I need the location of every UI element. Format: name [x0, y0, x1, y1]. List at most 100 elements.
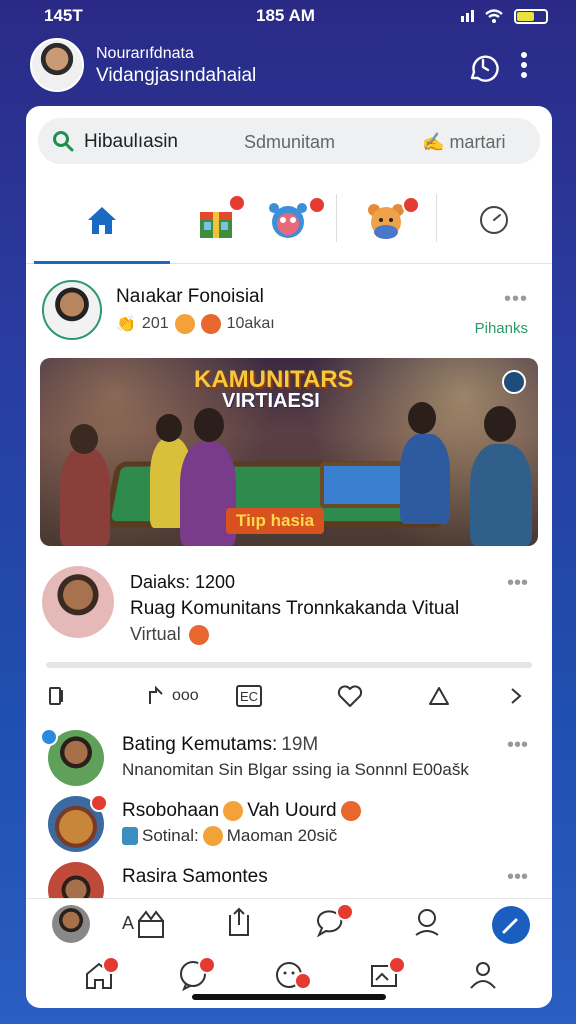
bookmark-button[interactable]: [426, 682, 452, 710]
post-banner-image[interactable]: KAMUNITARS VIRTIAESI Tiıp hasia: [40, 358, 538, 546]
ec-button[interactable]: EC: [236, 685, 263, 707]
pen-icon: ✍: [422, 132, 445, 152]
community-avatar[interactable]: [42, 566, 114, 638]
search-chip-martari[interactable]: ✍ martari: [422, 132, 505, 153]
community-post-stats: Daiaks: 1200: [130, 572, 236, 592]
category-tabs: [26, 174, 552, 264]
banner-person-head: [484, 406, 516, 442]
home-icon: [88, 207, 116, 234]
nav-reactions[interactable]: [272, 958, 312, 998]
copy-icon: [49, 687, 63, 705]
nav-chat[interactable]: [314, 903, 354, 945]
post-more-icon[interactable]: •••: [504, 288, 528, 311]
tab-underline: [34, 261, 170, 264]
post-right-tag[interactable]: Pihanks: [475, 320, 528, 337]
banner-person-head: [70, 424, 98, 454]
reaction-count: 201: [141, 315, 169, 332]
copy-button[interactable]: [46, 682, 70, 710]
tab-characters[interactable]: [238, 174, 338, 264]
nav-community-label: A: [122, 913, 135, 933]
app-header: Nourarıfdnata Vidangjasındahaial: [30, 38, 546, 96]
tab-divider: [436, 194, 437, 242]
notification-badge: [388, 956, 406, 974]
list-item-title: Rsobohaan Vah Uourd: [122, 800, 361, 822]
pencil-icon: [502, 918, 518, 934]
status-time-left: 145T: [44, 6, 83, 25]
reply-button[interactable]: ooo: [146, 682, 199, 710]
notification-badge: [336, 903, 354, 921]
home-indicator: [192, 994, 386, 1000]
main-card: Hibaulıasin Sdmunitam ✍ martari Naıakar …: [26, 106, 552, 1008]
list-item-title: Bating Kemutams: 19M: [122, 734, 318, 756]
nav-compose[interactable]: [492, 906, 530, 944]
status-bar: 145T 185 AM: [0, 0, 576, 34]
post-more-icon[interactable]: •••: [507, 572, 528, 595]
tab-clock[interactable]: [444, 174, 544, 264]
share-icon: [229, 907, 249, 936]
bookmark-icon: [429, 687, 449, 705]
nav-home[interactable]: [82, 956, 122, 998]
post-author[interactable]: Naıakar Fonoisial: [116, 286, 264, 308]
post-meta-tag: 10akaı: [226, 315, 275, 332]
banner-badge-icon: [502, 370, 526, 394]
list-item-subtitle: Nnanomitan Sin Blgar ssing ia Sonnnl E00…: [122, 760, 469, 779]
tab-home[interactable]: [26, 174, 176, 264]
search-chip-community[interactable]: Sdmunitam: [244, 132, 335, 153]
list-item[interactable]: Rsobohaan Vah Uourd Sotinal: Maoman 20si…: [42, 794, 536, 856]
banner-subtitle: VIRTIAESI: [222, 390, 320, 412]
chevron-right-icon: [511, 688, 522, 704]
wifi-icon: [485, 9, 503, 23]
mascot-icon: [269, 203, 307, 238]
laugh-emoji-icon: [200, 314, 221, 334]
gift-outline-icon: [138, 910, 164, 938]
like-button[interactable]: [336, 682, 364, 710]
status-clock: 185 AM: [256, 6, 315, 25]
notification-badge: [102, 956, 120, 974]
search-bar[interactable]: Hibaulıasin Sdmunitam ✍ martari: [38, 118, 540, 164]
nav-messages[interactable]: [176, 956, 216, 998]
nav-search[interactable]: [410, 905, 450, 945]
profile-avatar[interactable]: [30, 38, 84, 92]
community-post[interactable]: Daiaks: 1200 Ruag Komunitans Tronnkakand…: [42, 566, 536, 646]
post-actions: ooo EC: [42, 682, 536, 712]
nav-profile[interactable]: [52, 905, 92, 945]
list-item[interactable]: Bating Kemutams: 19M Nnanomitan Sin Blga…: [40, 728, 536, 790]
verified-badge-icon: [40, 728, 58, 746]
community-post-tag: Virtual: [130, 624, 209, 645]
reply-icon: [149, 685, 163, 704]
author-avatar[interactable]: [42, 280, 102, 340]
banner-person: [60, 448, 110, 546]
list-more-icon[interactable]: •••: [507, 866, 528, 889]
notification-badge: [308, 196, 326, 214]
list-more-icon[interactable]: •••: [507, 734, 528, 757]
list-item-sub-text-2: Maoman 20sič: [226, 826, 338, 845]
ec-label: EC: [240, 688, 259, 704]
next-button[interactable]: [506, 682, 526, 710]
list-item-sub-text: Sotinal:: [142, 826, 199, 845]
nav-gallery[interactable]: [368, 956, 408, 998]
nav-account[interactable]: [466, 958, 506, 998]
post-header: Naıakar Fonoisial 👏 201 10akaı ••• Pihan…: [42, 280, 536, 342]
history-icon[interactable]: [466, 50, 500, 84]
section-divider: [46, 662, 532, 668]
header-title: Vidangjasındahaial: [96, 65, 257, 86]
search-input[interactable]: Hibaulıasin: [84, 131, 178, 153]
list-item-subtitle: Sotinal: Maoman 20sič: [122, 826, 337, 846]
nav-profile-avatar: [52, 905, 90, 943]
notification-badge: [198, 956, 216, 974]
laugh-emoji-icon: [188, 624, 209, 645]
more-options-icon[interactable]: [520, 52, 528, 80]
tab-bear[interactable]: [336, 174, 436, 264]
notification-badge: [90, 794, 108, 812]
banner-pill: Tiıp hasia: [226, 508, 325, 534]
smile-emoji-icon: [174, 314, 195, 334]
list-item-title: Rasira Samontes: [122, 866, 268, 887]
laugh-emoji-icon: [340, 801, 361, 821]
notification-badge: [294, 972, 312, 990]
community-post-tag-label: Virtual: [130, 624, 181, 644]
list-item-title-text: Rsobohaan: [122, 800, 220, 821]
nav-share[interactable]: [222, 905, 262, 945]
banner-person-head: [156, 414, 182, 442]
nav-community[interactable]: A: [122, 905, 170, 945]
banner-person-head: [408, 402, 436, 434]
